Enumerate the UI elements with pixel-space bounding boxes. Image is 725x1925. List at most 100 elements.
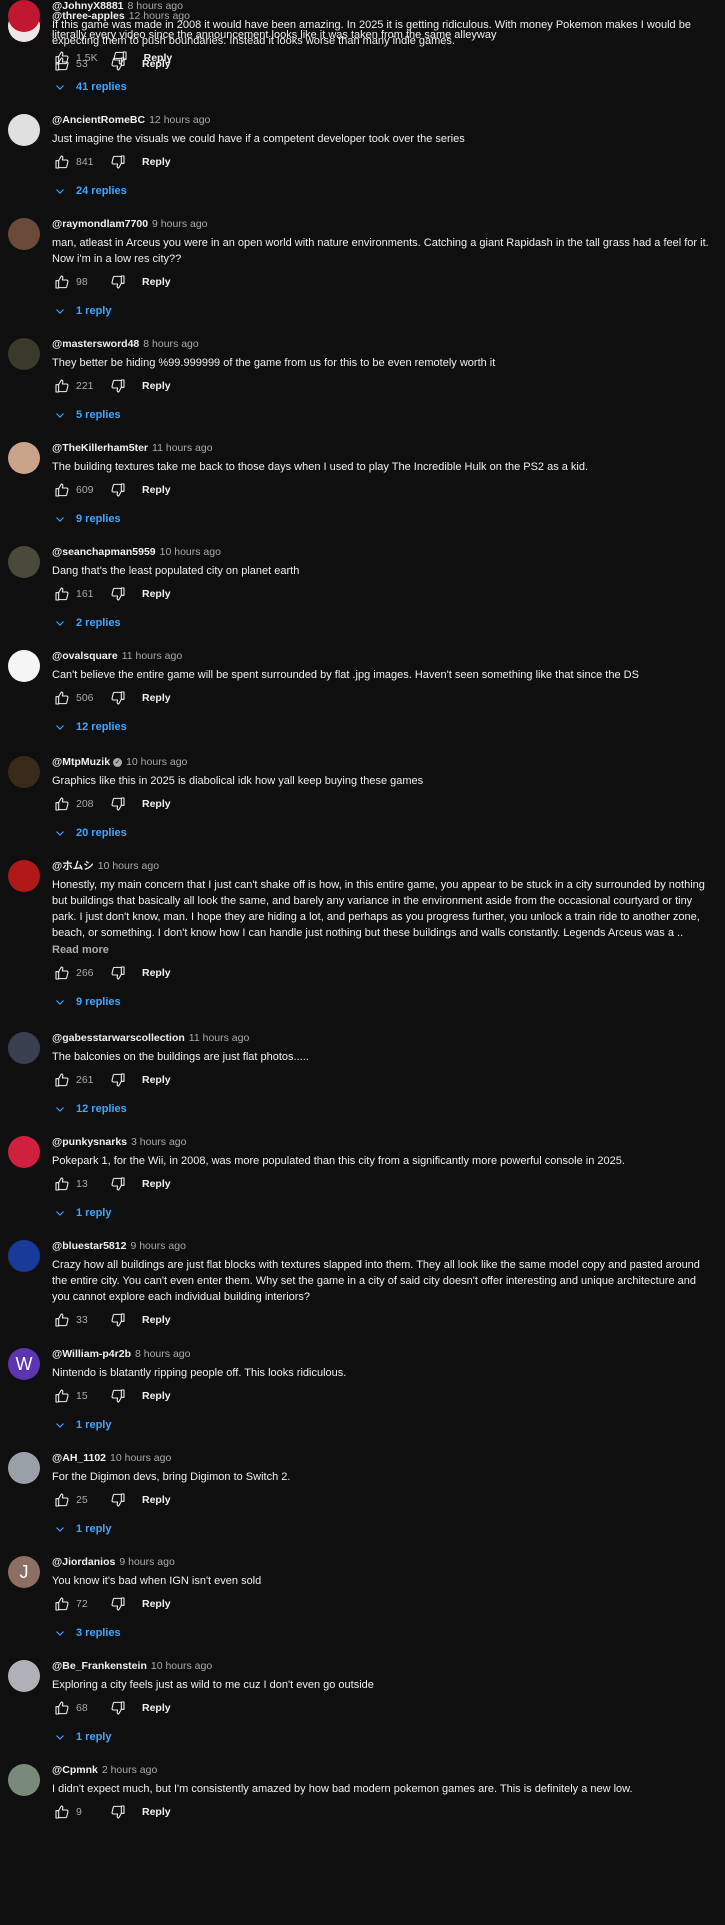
timestamp[interactable]: 3 hours ago: [131, 1136, 186, 1148]
reply-button[interactable]: Reply: [142, 58, 171, 70]
like-button[interactable]: [52, 54, 72, 74]
view-replies-button[interactable]: 41 replies: [54, 77, 715, 97]
timestamp[interactable]: 10 hours ago: [160, 546, 221, 558]
avatar[interactable]: [8, 338, 40, 370]
dislike-button[interactable]: [108, 688, 128, 708]
author-name[interactable]: @Be_Frankenstein: [52, 1660, 147, 1672]
dislike-button[interactable]: [108, 1174, 128, 1194]
avatar[interactable]: W: [8, 1348, 40, 1380]
reply-button[interactable]: Reply: [142, 798, 171, 810]
dislike-button[interactable]: [108, 584, 128, 604]
like-button[interactable]: [52, 584, 72, 604]
author-name[interactable]: @mastersword48: [52, 338, 139, 350]
avatar[interactable]: [8, 1660, 40, 1692]
view-replies-button[interactable]: 2 replies: [54, 613, 715, 633]
avatar[interactable]: [8, 756, 40, 788]
dislike-button[interactable]: [108, 1802, 128, 1822]
avatar[interactable]: [8, 1764, 40, 1796]
dislike-button[interactable]: [108, 794, 128, 814]
dislike-button[interactable]: [108, 152, 128, 172]
avatar[interactable]: [8, 546, 40, 578]
dislike-button[interactable]: [108, 376, 128, 396]
like-button[interactable]: [52, 376, 72, 396]
author-name[interactable]: @TheKillerham5ter: [52, 442, 148, 454]
avatar[interactable]: [8, 114, 40, 146]
author-name[interactable]: @William-p4r2b: [52, 1348, 131, 1360]
like-button[interactable]: [52, 1310, 72, 1330]
like-button[interactable]: [52, 152, 72, 172]
timestamp[interactable]: 11 hours ago: [122, 650, 183, 662]
view-replies-button[interactable]: 12 replies: [54, 717, 715, 737]
like-button[interactable]: [52, 1070, 72, 1090]
author-name[interactable]: @ホムシ: [52, 860, 94, 872]
view-replies-button[interactable]: 5 replies: [54, 405, 715, 425]
avatar[interactable]: [8, 218, 40, 250]
author-name[interactable]: @raymondlam7700: [52, 218, 148, 230]
view-replies-button[interactable]: 24 replies: [54, 181, 715, 201]
dislike-button[interactable]: [108, 480, 128, 500]
timestamp[interactable]: 12 hours ago: [149, 114, 210, 126]
reply-button[interactable]: Reply: [142, 1806, 171, 1818]
reply-button[interactable]: Reply: [142, 276, 171, 288]
like-button[interactable]: [52, 1594, 72, 1614]
dislike-button[interactable]: [108, 1698, 128, 1718]
reply-button[interactable]: Reply: [142, 1074, 171, 1086]
timestamp[interactable]: 11 hours ago: [152, 442, 213, 454]
read-more-link[interactable]: Read more: [52, 942, 715, 958]
like-button[interactable]: [52, 1698, 72, 1718]
timestamp[interactable]: 2 hours ago: [102, 1764, 157, 1776]
author-name[interactable]: @JohnyX8881: [52, 0, 124, 12]
avatar[interactable]: [8, 1136, 40, 1168]
reply-button[interactable]: Reply: [142, 1702, 171, 1714]
author-name[interactable]: @gabesstarwarscollection: [52, 1032, 185, 1044]
timestamp[interactable]: 8 hours ago: [143, 338, 198, 350]
dislike-button[interactable]: [108, 1386, 128, 1406]
like-button[interactable]: [52, 794, 72, 814]
dislike-button[interactable]: [108, 963, 128, 983]
avatar[interactable]: [8, 860, 40, 892]
timestamp[interactable]: 10 hours ago: [110, 1452, 171, 1464]
like-button[interactable]: [52, 688, 72, 708]
avatar[interactable]: [8, 1452, 40, 1484]
reply-button[interactable]: Reply: [142, 1598, 171, 1610]
like-button[interactable]: [52, 1174, 72, 1194]
view-replies-button[interactable]: 12 replies: [54, 1099, 715, 1119]
like-button[interactable]: [52, 1490, 72, 1510]
reply-button[interactable]: Reply: [142, 588, 171, 600]
dislike-button[interactable]: [108, 1310, 128, 1330]
avatar[interactable]: [8, 1032, 40, 1064]
timestamp[interactable]: 10 hours ago: [151, 1660, 212, 1672]
timestamp[interactable]: 11 hours ago: [189, 1032, 250, 1044]
author-name[interactable]: @bluestar5812: [52, 1240, 126, 1252]
author-name[interactable]: @Jiordanios: [52, 1556, 115, 1568]
reply-button[interactable]: Reply: [142, 967, 171, 979]
author-name[interactable]: @Cpmnk: [52, 1764, 98, 1776]
view-replies-button[interactable]: 9 replies: [54, 509, 715, 529]
reply-button[interactable]: Reply: [142, 156, 171, 168]
view-replies-button[interactable]: 1 reply: [54, 1415, 715, 1435]
timestamp[interactable]: 9 hours ago: [152, 218, 207, 230]
reply-button[interactable]: Reply: [142, 484, 171, 496]
reply-button[interactable]: Reply: [142, 380, 171, 392]
reply-button[interactable]: Reply: [142, 1390, 171, 1402]
timestamp[interactable]: 10 hours ago: [126, 756, 187, 768]
avatar[interactable]: J: [8, 1556, 40, 1588]
timestamp[interactable]: 9 hours ago: [119, 1556, 174, 1568]
dislike-button[interactable]: [108, 1594, 128, 1614]
view-replies-button[interactable]: 1 reply: [54, 1727, 715, 1747]
view-replies-button[interactable]: 20 replies: [54, 823, 715, 843]
like-button[interactable]: [52, 1802, 72, 1822]
reply-button[interactable]: Reply: [142, 1494, 171, 1506]
reply-button[interactable]: Reply: [142, 1178, 171, 1190]
reply-button[interactable]: Reply: [142, 1314, 171, 1326]
like-button[interactable]: [52, 272, 72, 292]
dislike-button[interactable]: [108, 54, 128, 74]
view-replies-button[interactable]: 1 reply: [54, 1519, 715, 1539]
like-button[interactable]: [52, 480, 72, 500]
dislike-button[interactable]: [108, 1070, 128, 1090]
author-name[interactable]: @MtpMuzik: [52, 756, 110, 768]
view-replies-button[interactable]: 1 reply: [54, 301, 715, 321]
view-replies-button[interactable]: 9 replies: [54, 992, 715, 1012]
avatar[interactable]: [8, 442, 40, 474]
like-button[interactable]: [52, 963, 72, 983]
